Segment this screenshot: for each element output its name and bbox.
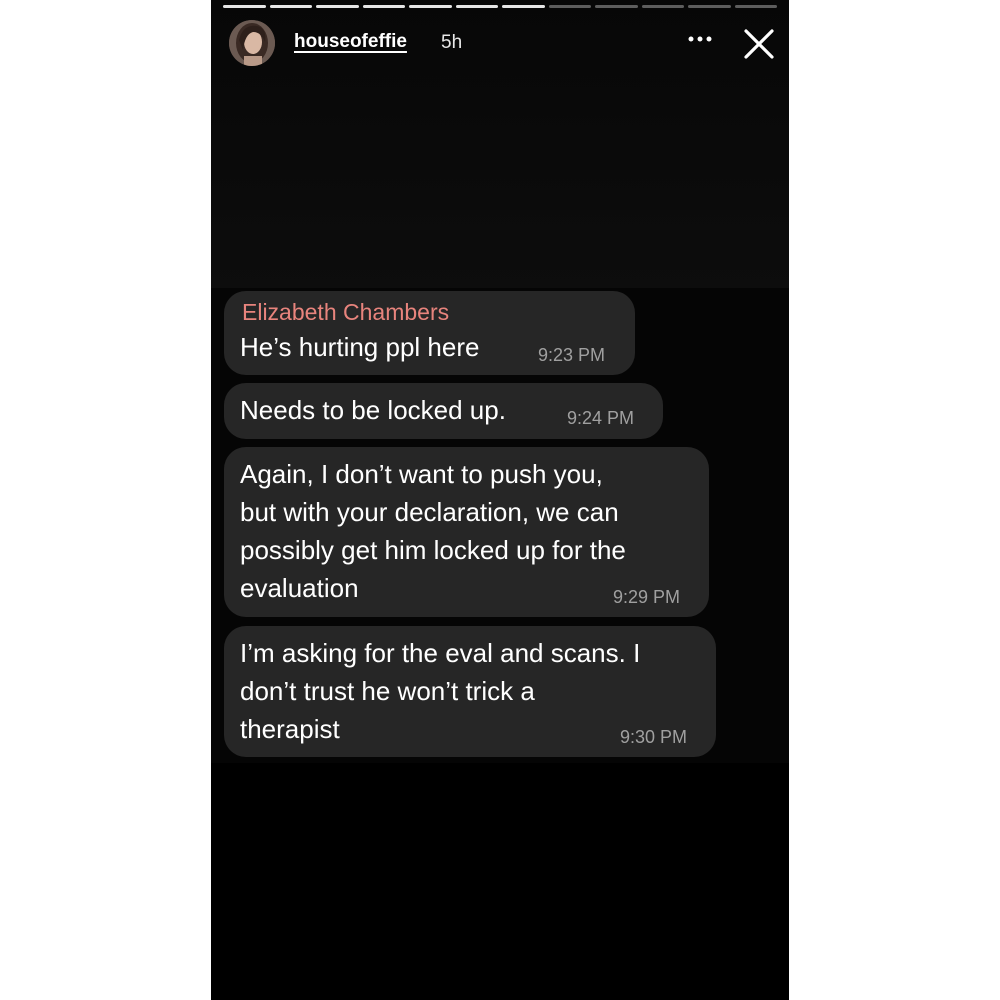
message-text: Again, I don’t want to push you, [240,459,603,489]
progress-segment [362,5,405,8]
progress-segment [688,5,731,8]
story-viewer[interactable]: houseofeffie 5h Elizabeth Chambers He’s … [211,0,789,1000]
message-sender: Elizabeth Chambers [242,299,450,325]
progress-segment [223,5,266,8]
progress-segment [316,5,359,8]
message-text: Needs to be locked up. [240,395,506,425]
progress-segment [734,5,777,8]
message-text: evaluation [240,573,359,603]
progress-segment [502,5,545,8]
message-time: 9:24 PM [567,408,635,428]
progress-segment [641,5,684,8]
message-text: therapist [240,714,340,744]
progress-segment [455,5,498,8]
progress-segment [269,5,312,8]
message-time: 9:29 PM [613,587,681,607]
progress-segment [409,5,452,8]
avatar[interactable] [229,20,275,66]
ellipsis-icon[interactable] [685,24,715,54]
progress-segment [548,5,591,8]
username-link[interactable]: houseofeffie [294,31,407,53]
avatar-image [229,20,275,66]
story-progress-bar [223,5,777,8]
progress-segment [595,5,638,8]
message-text: possibly get him locked up for the [240,535,626,565]
message-text: but with your declaration, we can [240,497,619,527]
message-text: don’t trust he won’t trick a [240,676,535,706]
message-bubble: I’m asking for the eval and scans. I don… [224,626,716,757]
story-age: 5h [441,32,463,53]
message-time: 9:30 PM [620,727,688,747]
message-text: I’m asking for the eval and scans. I [240,638,641,668]
message-bubble: Elizabeth Chambers He’s hurting ppl here… [224,291,635,375]
close-icon[interactable] [741,26,777,62]
message-text: He’s hurting ppl here [240,332,480,362]
message-bubble: Again, I don’t want to push you, but wit… [224,447,709,617]
message-time: 9:23 PM [538,345,606,365]
message-bubble: Needs to be locked up. 9:24 PM [224,383,663,439]
